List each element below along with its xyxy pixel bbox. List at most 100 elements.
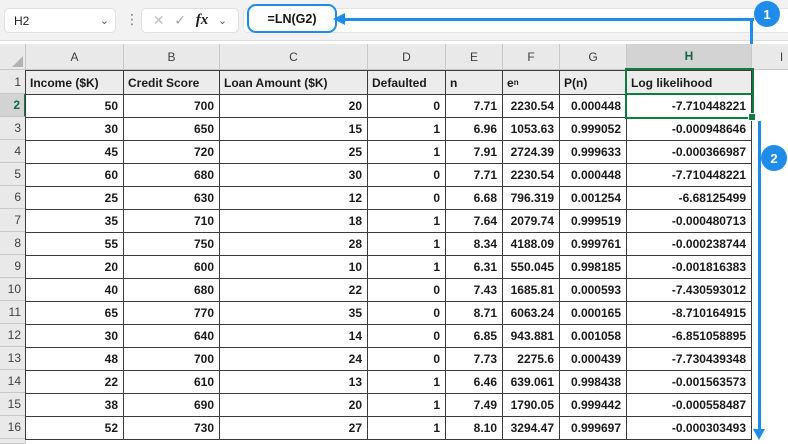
cell-E8[interactable]: 8.34 (446, 233, 503, 256)
row-header-10[interactable]: 10 (0, 278, 26, 301)
cell-C6[interactable]: 12 (220, 187, 368, 210)
cell-E10[interactable]: 7.43 (446, 279, 503, 302)
row-header-1[interactable]: 1 (0, 70, 26, 94)
cell-C12[interactable]: 14 (220, 325, 368, 348)
cell-B11[interactable]: 770 (124, 302, 220, 325)
cell-A14[interactable]: 22 (26, 371, 124, 394)
row-header-17-partial[interactable] (0, 439, 26, 444)
cell-G10[interactable]: 0.000593 (560, 279, 627, 302)
cell-E1[interactable]: n (446, 71, 503, 95)
cell-F16[interactable]: 3294.47 (503, 417, 560, 440)
cell-D15[interactable]: 1 (368, 394, 446, 417)
column-header-I[interactable]: I (752, 44, 788, 70)
row-header-6[interactable]: 6 (0, 186, 26, 209)
cell-H15[interactable]: -0.000558487 (627, 394, 752, 417)
row-header-14[interactable]: 14 (0, 370, 26, 393)
cell-H6[interactable]: -6.68125499 (627, 187, 752, 210)
cell-C1[interactable]: Loan Amount ($K) (220, 71, 368, 95)
row-header-8[interactable]: 8 (0, 232, 26, 255)
cell-E2[interactable]: 7.71 (446, 95, 503, 118)
cell-G1[interactable]: P(n) (560, 71, 627, 95)
cell-C5[interactable]: 30 (220, 164, 368, 187)
cell-B4[interactable]: 720 (124, 141, 220, 164)
row-header-15[interactable]: 15 (0, 393, 26, 416)
cell-F1[interactable]: en (503, 71, 560, 95)
cell-D14[interactable]: 1 (368, 371, 446, 394)
cell-D6[interactable]: 0 (368, 187, 446, 210)
cell-F5[interactable]: 2230.54 (503, 164, 560, 187)
cell-C16[interactable]: 27 (220, 417, 368, 440)
cancel-icon[interactable]: ✕ (153, 13, 165, 29)
cell-H1[interactable]: Log likelihood (627, 71, 752, 95)
cell-D8[interactable]: 1 (368, 233, 446, 256)
cell-E12[interactable]: 6.85 (446, 325, 503, 348)
cell-E14[interactable]: 6.46 (446, 371, 503, 394)
cell-A2[interactable]: 50 (26, 95, 124, 118)
cell-H12[interactable]: -6.851058895 (627, 325, 752, 348)
cell-H9[interactable]: -0.001816383 (627, 256, 752, 279)
cell-C2[interactable]: 20 (220, 95, 368, 118)
column-header-C[interactable]: C (220, 44, 368, 70)
cell-G16[interactable]: 0.999697 (560, 417, 627, 440)
cell-C3[interactable]: 15 (220, 118, 368, 141)
cell-F4[interactable]: 2724.39 (503, 141, 560, 164)
cell-C14[interactable]: 13 (220, 371, 368, 394)
row-header-16[interactable]: 16 (0, 416, 26, 439)
cell-F2[interactable]: 2230.54 (503, 95, 560, 118)
cell-H4[interactable]: -0.000366987 (627, 141, 752, 164)
cell-D1[interactable]: Defaulted (368, 71, 446, 95)
cell-G3[interactable]: 0.999052 (560, 118, 627, 141)
row-header-11[interactable]: 11 (0, 301, 26, 324)
row-header-5[interactable]: 5 (0, 163, 26, 186)
cell-F7[interactable]: 2079.74 (503, 210, 560, 233)
chevron-down-icon[interactable]: ⌄ (100, 14, 109, 27)
cell-G9[interactable]: 0.998185 (560, 256, 627, 279)
cell-F12[interactable]: 943.881 (503, 325, 560, 348)
cell-D2[interactable]: 0 (368, 95, 446, 118)
cell-A4[interactable]: 45 (26, 141, 124, 164)
cell-B1[interactable]: Credit Score (124, 71, 220, 95)
cell-G2[interactable]: 0.000448 (560, 95, 627, 118)
cell-H5[interactable]: -7.710448221 (627, 164, 752, 187)
cell-B9[interactable]: 600 (124, 256, 220, 279)
cell-H3[interactable]: -0.000948646 (627, 118, 752, 141)
cell-D5[interactable]: 0 (368, 164, 446, 187)
row-header-4[interactable]: 4 (0, 140, 26, 163)
cell-F6[interactable]: 796.319 (503, 187, 560, 210)
cell-D16[interactable]: 1 (368, 417, 446, 440)
cell-A6[interactable]: 25 (26, 187, 124, 210)
cell-H14[interactable]: -0.001563573 (627, 371, 752, 394)
fill-handle[interactable] (748, 113, 756, 121)
cell-B5[interactable]: 680 (124, 164, 220, 187)
cell-E7[interactable]: 7.64 (446, 210, 503, 233)
cell-C8[interactable]: 28 (220, 233, 368, 256)
cell-D3[interactable]: 1 (368, 118, 446, 141)
cell-C7[interactable]: 18 (220, 210, 368, 233)
cell-E9[interactable]: 6.31 (446, 256, 503, 279)
row-header-12[interactable]: 12 (0, 324, 26, 347)
cell-B14[interactable]: 610 (124, 371, 220, 394)
column-header-E[interactable]: E (446, 44, 503, 70)
cell-A9[interactable]: 20 (26, 256, 124, 279)
cell-E4[interactable]: 7.91 (446, 141, 503, 164)
cell-H10[interactable]: -7.430593012 (627, 279, 752, 302)
cell-D4[interactable]: 1 (368, 141, 446, 164)
cell-E15[interactable]: 7.49 (446, 394, 503, 417)
cell-E3[interactable]: 6.96 (446, 118, 503, 141)
cell-B7[interactable]: 710 (124, 210, 220, 233)
column-header-B[interactable]: B (124, 44, 220, 70)
cell-A11[interactable]: 65 (26, 302, 124, 325)
cell-F9[interactable]: 550.045 (503, 256, 560, 279)
cell-H8[interactable]: -0.000238744 (627, 233, 752, 256)
insert-function-icon[interactable]: fx (196, 12, 209, 29)
row-header-7[interactable]: 7 (0, 209, 26, 232)
cell-H13[interactable]: -7.730439348 (627, 348, 752, 371)
cell-G11[interactable]: 0.000165 (560, 302, 627, 325)
cell-G8[interactable]: 0.999761 (560, 233, 627, 256)
cell-D9[interactable]: 1 (368, 256, 446, 279)
cell-H11[interactable]: -8.710164915 (627, 302, 752, 325)
cell-B15[interactable]: 690 (124, 394, 220, 417)
cell-D7[interactable]: 1 (368, 210, 446, 233)
cell-B13[interactable]: 700 (124, 348, 220, 371)
cell-C11[interactable]: 35 (220, 302, 368, 325)
